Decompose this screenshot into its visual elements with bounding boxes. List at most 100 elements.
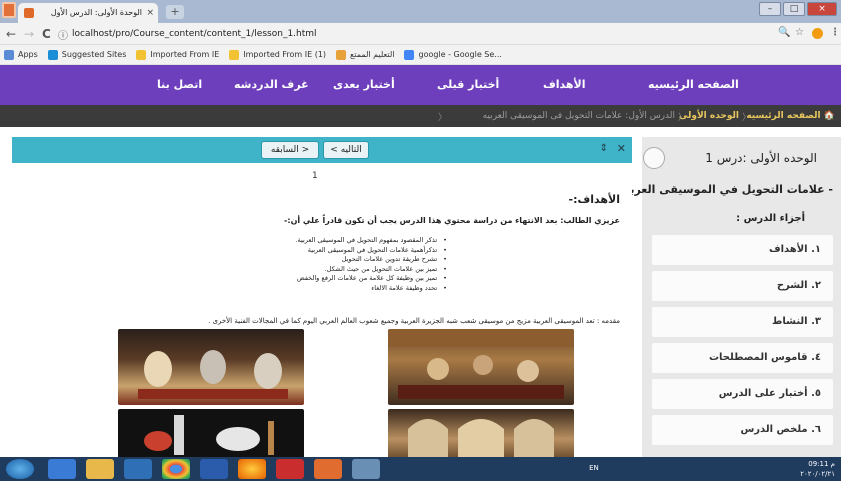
back-button[interactable]: ← bbox=[6, 27, 16, 41]
sidebar-item-quiz[interactable]: ٥. أختبار على الدرس bbox=[652, 379, 833, 409]
reload-button[interactable]: C bbox=[42, 27, 51, 41]
tab-close-icon[interactable]: × bbox=[146, 3, 154, 23]
nav-contact[interactable]: اتصل بنا bbox=[157, 78, 202, 91]
bookmark-label: google - Google Se... bbox=[418, 50, 502, 59]
folder-icon bbox=[229, 49, 240, 60]
photo-art bbox=[144, 415, 274, 455]
bookmark-item[interactable]: Imported From IE bbox=[136, 49, 220, 60]
list-item: تحدد وظيفة علامة الالغاء bbox=[295, 284, 447, 294]
sidebar-item-goals[interactable]: ١. الأهداف bbox=[652, 235, 833, 265]
breadcrumb-lesson: الدرس الأول: علامات التحويل فى الموسيقى … bbox=[482, 111, 675, 121]
tab-favicon-icon bbox=[24, 8, 34, 18]
photo-art bbox=[408, 419, 554, 457]
nav-chat[interactable]: غرف الدردشه bbox=[234, 78, 309, 91]
lesson-parts-label: أجزاء الدرس : bbox=[736, 213, 805, 224]
nav-goals[interactable]: الأهداف bbox=[543, 78, 586, 91]
url-field[interactable]: localhost/pro/Course_content/content_1/l… bbox=[72, 26, 752, 42]
nav-home[interactable]: الصفحه الرئيسيه bbox=[648, 78, 739, 91]
expand-icon[interactable]: ⇕ bbox=[600, 143, 608, 154]
bookmark-item[interactable]: google - Google Se... bbox=[404, 49, 502, 60]
xampp-icon[interactable] bbox=[314, 459, 342, 479]
forward-button[interactable]: → bbox=[24, 27, 34, 41]
palace-photo bbox=[388, 409, 574, 457]
sidebar-item-explanation[interactable]: ٢. الشرح bbox=[652, 271, 833, 301]
folder-icon bbox=[136, 49, 147, 60]
content-toolbar: < السابقه التاليه > ⇕ ✕ bbox=[12, 137, 632, 163]
new-tab-button[interactable]: + bbox=[166, 5, 184, 19]
minimize-button[interactable]: – bbox=[759, 2, 781, 16]
bookmark-item[interactable]: Suggested Sites bbox=[47, 49, 127, 60]
language-indicator[interactable]: EN bbox=[589, 464, 599, 472]
lesson-content: 1 الأهداف:- عزيزي الطالب: بعد الانتهاء م… bbox=[12, 163, 632, 457]
list-item: تشرح طريقة تدوين علامات التحويل bbox=[295, 255, 447, 265]
start-button[interactable] bbox=[6, 459, 34, 479]
bookmark-label: Imported From IE bbox=[150, 50, 220, 59]
firefox-icon[interactable] bbox=[238, 459, 266, 479]
acrobat-icon[interactable] bbox=[276, 459, 304, 479]
breadcrumb-sep-icon: 〈 bbox=[677, 113, 687, 123]
internet-explorer-icon[interactable] bbox=[48, 459, 76, 479]
maximize-button[interactable]: □ bbox=[783, 2, 805, 16]
home-icon: 🏠 bbox=[823, 111, 835, 121]
chrome-icon[interactable] bbox=[162, 459, 190, 479]
photo-art bbox=[138, 350, 288, 399]
sidebar-item-glossary[interactable]: ٤. قاموس المصطلحات bbox=[652, 343, 833, 373]
site-nav: الصفحه الرئيسيه الأهداف أختبار قبلى أختب… bbox=[0, 65, 841, 105]
bookmark-item[interactable]: التعليم الممتع bbox=[336, 49, 395, 60]
breadcrumb-unit[interactable]: الوحده الأولى bbox=[679, 111, 739, 121]
bookmark-label: Suggested Sites bbox=[61, 50, 127, 59]
sidebar-title: الوحده الأولى :درس 1 bbox=[705, 151, 817, 165]
extension-icon[interactable] bbox=[812, 28, 823, 39]
unit-circle-icon bbox=[643, 147, 665, 169]
lesson-sidebar: الوحده الأولى :درس 1 - علامات التحويل في… bbox=[619, 137, 841, 457]
previous-button[interactable]: < السابقه bbox=[261, 141, 319, 159]
clock-time: 09:11 م bbox=[808, 460, 835, 468]
clock-date: ٢٠٢٠/٠٢/٢١ bbox=[800, 470, 835, 478]
list-item: تذكر المقصود بمفهوم التحويل في الموسيقى … bbox=[295, 236, 447, 246]
window-controls: – □ × bbox=[759, 2, 837, 16]
intro-paragraph: مقدمه : تعد الموسيقى العربية مزيج من موس… bbox=[208, 317, 620, 325]
zoom-icon[interactable]: 🔍 bbox=[778, 27, 790, 38]
bookmark-item[interactable]: Imported From IE (1) bbox=[229, 49, 327, 60]
goals-heading: الأهداف:- bbox=[568, 193, 620, 206]
menu-icon[interactable]: ⋮ bbox=[830, 27, 840, 38]
app-icon[interactable] bbox=[352, 459, 380, 479]
google-icon bbox=[404, 49, 415, 60]
browser-tab-bar: الوحدة الأولى: الدرس الأول × + – □ × bbox=[0, 0, 841, 23]
site-info-icon[interactable]: ⓘ bbox=[58, 27, 68, 42]
breadcrumb-home[interactable]: 🏠 الصفحه الرئيسيه bbox=[746, 111, 835, 121]
clock[interactable]: 09:11 م ٢٠٢٠/٠٢/٢١ bbox=[800, 459, 835, 479]
next-button[interactable]: التاليه > bbox=[323, 141, 369, 159]
file-explorer-icon[interactable] bbox=[86, 459, 114, 479]
close-icon[interactable]: ✕ bbox=[617, 142, 626, 155]
bookmark-label: Apps bbox=[18, 50, 38, 59]
windows-taskbar: EN 09:11 م ٢٠٢٠/٠٢/٢١ bbox=[0, 457, 841, 481]
tab-title: الوحدة الأولى: الدرس الأول bbox=[50, 8, 142, 17]
globe-icon bbox=[336, 49, 347, 60]
breadcrumb-sep-icon: 〈 bbox=[741, 113, 751, 123]
list-item: تميز بين وظيفة كل علامة من علامات الرفع … bbox=[295, 274, 447, 284]
goals-list: تذكر المقصود بمفهوم التحويل في الموسيقى … bbox=[295, 236, 447, 293]
musicians-photo-2 bbox=[388, 329, 574, 405]
goals-intro: عزيزي الطالب: بعد الانتهاء من دراسة محتو… bbox=[284, 216, 620, 225]
system-tray: EN bbox=[589, 464, 751, 472]
browser-tab[interactable]: الوحدة الأولى: الدرس الأول × bbox=[18, 3, 158, 23]
bookmark-label: التعليم الممتع bbox=[350, 50, 395, 59]
close-window-button[interactable]: × bbox=[807, 2, 837, 16]
page-number: 1 bbox=[312, 171, 318, 181]
window-app-icon bbox=[2, 2, 16, 18]
nav-pretest[interactable]: أختبار قبلى bbox=[437, 78, 499, 91]
sidebar-item-summary[interactable]: ٦. ملخص الدرس bbox=[652, 415, 833, 445]
breadcrumb: 🏠 الصفحه الرئيسيه 〈 الوحده الأولى 〈 الدر… bbox=[0, 105, 841, 127]
bookmark-star-icon[interactable]: ☆ bbox=[795, 27, 804, 38]
word-icon[interactable] bbox=[200, 459, 228, 479]
media-icon[interactable] bbox=[124, 459, 152, 479]
address-bar: ← → C ⓘ localhost/pro/Course_content/con… bbox=[0, 23, 841, 45]
sidebar-item-activity[interactable]: ٣. النشاط bbox=[652, 307, 833, 337]
bookmarks-bar: Apps Suggested Sites Imported From IE Impor… bbox=[0, 45, 841, 65]
bookmark-label: Imported From IE (1) bbox=[243, 50, 327, 59]
instruments-photo bbox=[118, 409, 304, 457]
bing-icon bbox=[47, 49, 58, 60]
nav-posttest[interactable]: أختبار بعدى bbox=[333, 78, 395, 91]
bookmark-item[interactable]: Apps bbox=[4, 49, 38, 60]
